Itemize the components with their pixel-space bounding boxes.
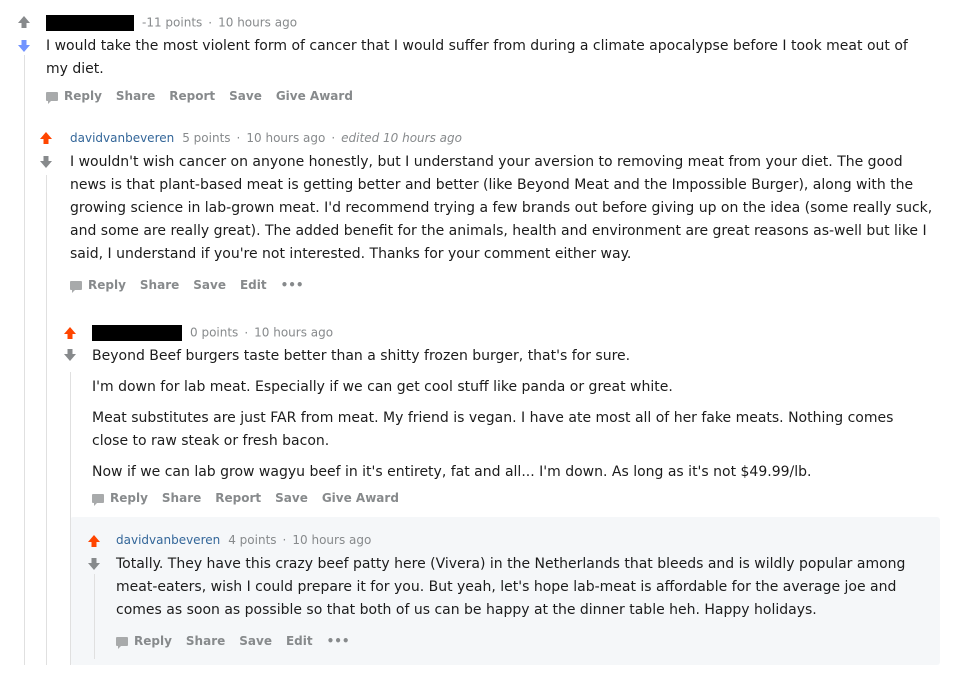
thread-line[interactable] bbox=[46, 175, 47, 665]
comment-bubble-icon bbox=[70, 281, 82, 293]
comment-edited: edited 10 hours ago bbox=[341, 131, 462, 145]
comment-paragraph: Now if we can lab grow wagyu beef in it'… bbox=[92, 464, 812, 480]
comment-actions: Reply Share Report Save Give Award bbox=[46, 89, 367, 104]
upvote-icon[interactable] bbox=[39, 131, 53, 145]
share-button[interactable]: Share bbox=[162, 491, 201, 505]
comment-meta: 0 points · 10 hours ago bbox=[92, 325, 333, 341]
comment-username[interactable]: davidvanbeveren bbox=[116, 533, 220, 547]
comment-paragraph: I'm down for lab meat. Especially if we … bbox=[92, 379, 673, 395]
comment-points: 5 points bbox=[182, 131, 231, 145]
thread-line[interactable] bbox=[24, 55, 25, 665]
comment-paragraph: I wouldn't wish cancer on anyone honestl… bbox=[70, 154, 933, 262]
edit-button[interactable]: Edit bbox=[240, 278, 267, 292]
upvote-icon[interactable] bbox=[17, 15, 31, 29]
comment-paragraph: Beyond Beef burgers taste better than a … bbox=[92, 348, 631, 364]
reply-button[interactable]: Reply bbox=[116, 634, 172, 649]
save-button[interactable]: Save bbox=[239, 634, 272, 648]
edit-button[interactable]: Edit bbox=[286, 634, 313, 648]
save-button[interactable]: Save bbox=[275, 491, 308, 505]
reply-button[interactable]: Reply bbox=[70, 278, 126, 293]
comment-meta: davidvanbeveren 5 points · 10 hours ago · edi… bbox=[70, 131, 462, 145]
comment-meta: davidvanbeveren 4 points · 10 hours ago bbox=[116, 533, 372, 547]
reply-button[interactable]: Reply bbox=[92, 491, 148, 506]
thread-line[interactable] bbox=[70, 372, 71, 665]
share-button[interactable]: Share bbox=[116, 89, 155, 103]
downvote-icon[interactable] bbox=[87, 557, 101, 571]
comment-bubble-icon bbox=[116, 637, 128, 649]
more-options-icon[interactable]: ••• bbox=[327, 634, 350, 648]
give-award-button[interactable]: Give Award bbox=[276, 89, 353, 103]
save-button[interactable]: Save bbox=[193, 278, 226, 292]
thread-line[interactable] bbox=[94, 574, 95, 659]
downvote-icon[interactable] bbox=[17, 39, 31, 53]
comment-paragraph: Meat substitutes are just FAR from meat.… bbox=[92, 410, 894, 449]
report-button[interactable]: Report bbox=[215, 491, 261, 505]
comment-body: I would take the most violent form of ca… bbox=[46, 35, 926, 89]
downvote-icon[interactable] bbox=[39, 155, 53, 169]
redacted-username bbox=[46, 15, 134, 31]
comment-paragraph: Totally. They have this crazy beef patty… bbox=[116, 556, 906, 618]
comment-body: I wouldn't wish cancer on anyone honestl… bbox=[70, 151, 936, 274]
report-button[interactable]: Report bbox=[169, 89, 215, 103]
give-award-button[interactable]: Give Award bbox=[322, 491, 399, 505]
more-options-icon[interactable]: ••• bbox=[281, 278, 304, 292]
comment-points: -11 points bbox=[142, 15, 203, 30]
comment-time[interactable]: 10 hours ago bbox=[292, 533, 371, 547]
comment-body: Totally. They have this crazy beef patty… bbox=[116, 553, 928, 630]
share-button[interactable]: Share bbox=[186, 634, 225, 648]
comment-body: Beyond Beef burgers taste better than a … bbox=[92, 345, 932, 492]
comment-paragraph: I would take the most violent form of ca… bbox=[46, 38, 908, 77]
downvote-icon[interactable] bbox=[63, 348, 77, 362]
reply-button[interactable]: Reply bbox=[46, 89, 102, 104]
redacted-username bbox=[92, 325, 182, 341]
comment-points: 0 points bbox=[190, 325, 239, 340]
comment-time[interactable]: 10 hours ago bbox=[246, 131, 325, 145]
save-button[interactable]: Save bbox=[229, 89, 262, 103]
comment-points: 4 points bbox=[228, 533, 277, 547]
upvote-icon[interactable] bbox=[87, 534, 101, 548]
comment-username[interactable]: davidvanbeveren bbox=[70, 131, 174, 145]
comment-actions: Reply Share Save Edit ••• bbox=[116, 634, 364, 649]
upvote-icon[interactable] bbox=[63, 326, 77, 340]
comment-bubble-icon bbox=[92, 494, 104, 506]
comment-actions: Reply Share Report Save Give Award bbox=[92, 491, 413, 506]
comment-time[interactable]: 10 hours ago bbox=[218, 16, 297, 30]
share-button[interactable]: Share bbox=[140, 278, 179, 292]
comment-meta: -11 points · 10 hours ago bbox=[46, 15, 297, 31]
comment-time[interactable]: 10 hours ago bbox=[254, 326, 333, 340]
comment-bubble-icon bbox=[46, 92, 58, 104]
comment-actions: Reply Share Save Edit ••• bbox=[70, 278, 318, 293]
